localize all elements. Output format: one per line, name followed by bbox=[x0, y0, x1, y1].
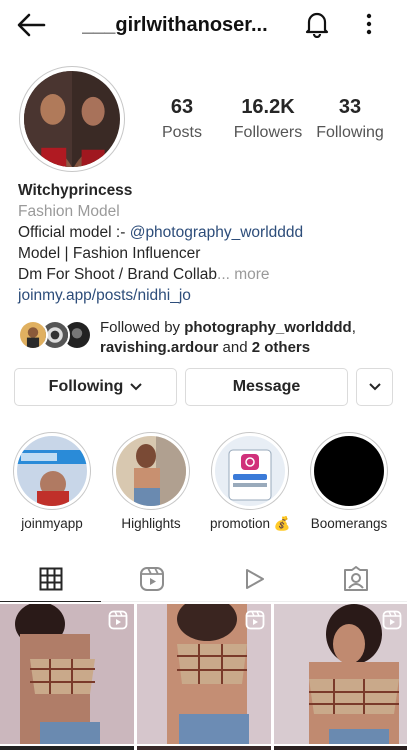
followed-comma: , bbox=[351, 319, 356, 336]
highlight-label: Highlights bbox=[121, 516, 181, 531]
highlight-joinmyapp[interactable]: joinmyapp bbox=[12, 432, 92, 531]
tab-tagged[interactable] bbox=[305, 556, 406, 602]
post-thumbnail-2[interactable] bbox=[137, 604, 271, 744]
follower-avatar-1 bbox=[18, 320, 48, 350]
post-thumbnail-5[interactable] bbox=[137, 746, 271, 750]
followed-by-text: Followed by photography_worldddd, ravish… bbox=[100, 318, 400, 358]
message-button[interactable]: Message bbox=[185, 368, 348, 406]
tab-reels[interactable] bbox=[101, 556, 202, 602]
profile-avatar[interactable] bbox=[19, 66, 125, 172]
following-value: 33 bbox=[338, 96, 362, 118]
highlight-ring bbox=[211, 432, 289, 510]
highlight-cover bbox=[17, 436, 87, 506]
post-thumbnail-1[interactable] bbox=[0, 604, 134, 744]
follower-name-1: photography_worldddd bbox=[184, 319, 352, 336]
grid-icon bbox=[39, 567, 62, 590]
suggested-accounts-button[interactable] bbox=[356, 368, 393, 406]
reels-icon bbox=[245, 610, 265, 630]
chevron-down-icon bbox=[368, 383, 381, 391]
profile-bio: Witchyprincess Fashion Model Official mo… bbox=[18, 180, 398, 306]
followed-prefix: Followed by bbox=[100, 319, 185, 336]
highlight-cover bbox=[116, 436, 186, 506]
highlight-ring bbox=[13, 432, 91, 510]
bio-line-3-text: Dm For Shoot / Brand Collab bbox=[18, 266, 218, 283]
highlight-ring bbox=[310, 432, 388, 510]
bio-line-1: Official model :- @photography_worldddd bbox=[18, 222, 398, 243]
reels-icon bbox=[139, 567, 164, 591]
bio-prefix: Official model :- bbox=[18, 224, 130, 241]
highlight-highlights[interactable]: Highlights bbox=[111, 432, 191, 531]
followed-by[interactable]: Followed by photography_worldddd, ravish… bbox=[18, 318, 398, 356]
post-thumbnail-4[interactable] bbox=[0, 746, 134, 750]
profile-tabs bbox=[0, 556, 407, 602]
reels-icon bbox=[382, 610, 402, 630]
highlight-cover bbox=[215, 436, 285, 506]
follower-name-2: ravishing.ardour bbox=[100, 339, 219, 356]
category-label: Fashion Model bbox=[18, 203, 120, 220]
reels-icon bbox=[108, 610, 128, 630]
display-name: Witchyprincess bbox=[18, 182, 133, 199]
posts-grid bbox=[0, 604, 407, 750]
post-thumbnail-6[interactable] bbox=[274, 746, 407, 750]
following-count[interactable]: 33 Following bbox=[314, 96, 386, 142]
followers-count[interactable]: 16.2K Followers bbox=[228, 96, 308, 142]
avatar-image bbox=[24, 71, 120, 167]
chevron-down-icon bbox=[130, 383, 143, 391]
posts-count[interactable]: 63 Posts bbox=[158, 96, 206, 142]
highlight-boomerangs[interactable]: Boomerangs bbox=[309, 432, 389, 531]
tagged-icon bbox=[343, 566, 368, 591]
followed-and: and bbox=[218, 339, 252, 356]
profile-username: ___girlwithanoser... bbox=[82, 14, 268, 36]
tab-videos[interactable] bbox=[203, 556, 304, 602]
posts-label: Posts bbox=[161, 124, 202, 141]
bio-more-link[interactable]: ... more bbox=[217, 266, 270, 283]
more-vertical-icon[interactable] bbox=[362, 12, 376, 36]
following-label: Following bbox=[316, 124, 384, 141]
highlight-label: joinmyapp bbox=[21, 516, 83, 531]
bio-line-2: Model | Fashion Influencer bbox=[18, 245, 201, 262]
highlight-label: Boomerangs bbox=[310, 516, 388, 531]
play-icon bbox=[245, 569, 264, 589]
followers-value: 16.2K bbox=[241, 96, 295, 118]
highlight-ring bbox=[112, 432, 190, 510]
bio-mention-link[interactable]: @photography_worldddd bbox=[130, 224, 303, 241]
bio-line-3: Dm For Shoot / Brand Collab... more bbox=[18, 264, 398, 285]
following-button[interactable]: Following bbox=[14, 368, 177, 406]
highlight-label: promotion 💰 bbox=[210, 516, 291, 531]
message-button-label: Message bbox=[232, 378, 301, 395]
top-bar: ___girlwithanoser... bbox=[0, 0, 407, 52]
following-button-label: Following bbox=[48, 378, 124, 395]
followed-others: 2 others bbox=[251, 339, 311, 356]
followers-label: Followers bbox=[233, 124, 303, 141]
arrow-left-icon[interactable] bbox=[16, 12, 46, 38]
highlight-cover bbox=[314, 436, 384, 506]
post-thumbnail-3[interactable] bbox=[274, 604, 407, 744]
tab-posts-grid[interactable] bbox=[0, 556, 101, 602]
bio-website-link[interactable]: joinmy.app/posts/nidhi_jo bbox=[18, 285, 398, 306]
highlight-promotion[interactable]: promotion 💰 bbox=[210, 432, 291, 532]
bell-icon[interactable] bbox=[304, 10, 330, 38]
posts-value: 63 bbox=[170, 96, 194, 118]
